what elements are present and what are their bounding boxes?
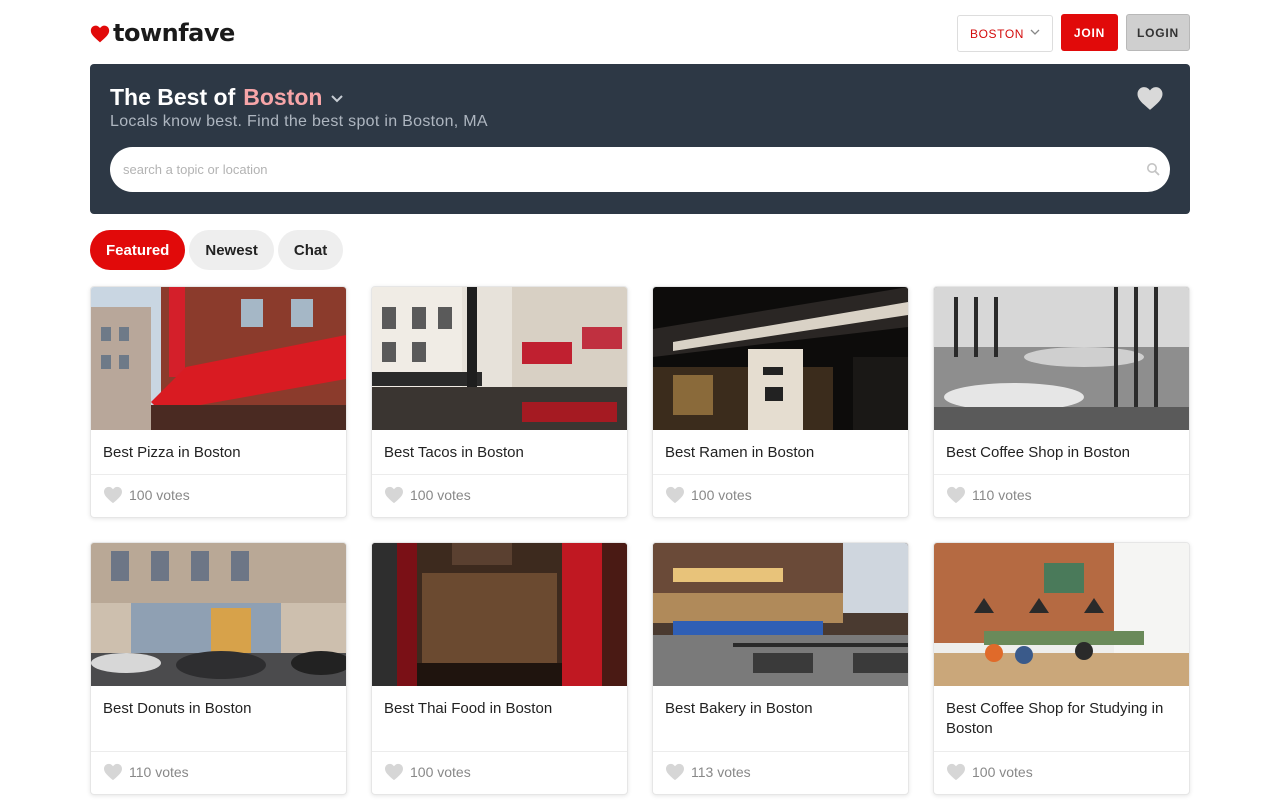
search-icon[interactable] — [1146, 162, 1160, 176]
tab-featured[interactable]: Featured — [90, 230, 186, 270]
vote-count-label: 100 votes — [410, 764, 471, 780]
tab-newest[interactable]: Newest — [189, 230, 274, 270]
chevron-down-icon — [1030, 29, 1040, 35]
city-select-value: BOSTON — [970, 26, 1025, 41]
tab-bar: Featured Newest Chat — [90, 230, 344, 270]
chevron-down-icon[interactable] — [331, 95, 344, 103]
top-bar: townfave BOSTON JOIN LOGIN — [90, 14, 1190, 52]
hero-subtitle: Locals know best. Find the best spot in … — [110, 113, 488, 130]
card-title[interactable]: Best Coffee Shop for Studying in Boston — [946, 699, 1177, 739]
heart-icon[interactable] — [946, 763, 966, 781]
card-divider — [372, 751, 627, 752]
topic-card[interactable]: Best Ramen in Boston 100 votes — [652, 286, 909, 518]
card-title[interactable]: Best Coffee Shop in Boston — [946, 443, 1177, 463]
card-title[interactable]: Best Thai Food in Boston — [384, 699, 615, 719]
vote-count-label: 100 votes — [129, 487, 190, 503]
card-image — [91, 543, 346, 686]
hero-title: The Best of Boston — [110, 84, 344, 111]
topic-card[interactable]: Best Bakery in Boston 113 votes — [652, 542, 909, 795]
card-image — [91, 287, 346, 430]
topic-card[interactable]: Best Coffee Shop in Boston 110 votes — [933, 286, 1190, 518]
favorite-heart-icon[interactable] — [1136, 86, 1164, 111]
card-image — [653, 287, 908, 430]
vote-count-label: 113 votes — [691, 764, 751, 780]
vote-count[interactable]: 100 votes — [665, 486, 752, 504]
card-image — [934, 287, 1189, 430]
heart-icon[interactable] — [103, 763, 123, 781]
topic-card[interactable]: Best Tacos in Boston 100 votes — [371, 286, 628, 518]
logo[interactable]: townfave — [90, 19, 235, 47]
vote-count[interactable]: 110 votes — [103, 763, 189, 781]
heart-icon[interactable] — [384, 486, 404, 504]
card-divider — [91, 751, 346, 752]
card-image — [934, 543, 1189, 686]
card-divider — [653, 474, 908, 475]
heart-icon[interactable] — [946, 486, 966, 504]
hero-banner: The Best of Boston Locals know best. Fin… — [90, 64, 1190, 214]
vote-count[interactable]: 100 votes — [946, 763, 1033, 781]
card-image — [372, 287, 627, 430]
topic-card[interactable]: Best Donuts in Boston 110 votes — [90, 542, 347, 795]
card-divider — [91, 474, 346, 475]
city-select[interactable]: BOSTON — [957, 15, 1053, 52]
topic-card[interactable]: Best Pizza in Boston 100 votes — [90, 286, 347, 518]
join-button[interactable]: JOIN — [1061, 14, 1118, 51]
topic-card[interactable]: Best Coffee Shop for Studying in Boston … — [933, 542, 1190, 795]
vote-count[interactable]: 100 votes — [103, 486, 190, 504]
card-title[interactable]: Best Donuts in Boston — [103, 699, 334, 719]
card-divider — [934, 474, 1189, 475]
vote-count-label: 100 votes — [972, 764, 1033, 780]
card-title[interactable]: Best Ramen in Boston — [665, 443, 896, 463]
login-button[interactable]: LOGIN — [1126, 14, 1190, 51]
card-image — [653, 543, 908, 686]
vote-count[interactable]: 100 votes — [384, 763, 471, 781]
vote-count[interactable]: 110 votes — [946, 486, 1032, 504]
heart-logo-icon — [90, 25, 110, 43]
card-title[interactable]: Best Pizza in Boston — [103, 443, 334, 463]
topic-card[interactable]: Best Thai Food in Boston 100 votes — [371, 542, 628, 795]
card-divider — [934, 751, 1189, 752]
vote-count-label: 100 votes — [410, 487, 471, 503]
vote-count[interactable]: 100 votes — [384, 486, 471, 504]
card-title[interactable]: Best Bakery in Boston — [665, 699, 896, 719]
vote-count[interactable]: 113 votes — [665, 763, 751, 781]
card-title[interactable]: Best Tacos in Boston — [384, 443, 615, 463]
logo-text: townfave — [113, 19, 235, 47]
vote-count-label: 100 votes — [691, 487, 752, 503]
heart-icon[interactable] — [103, 486, 123, 504]
hero-city-selector[interactable]: Boston — [243, 84, 322, 111]
card-divider — [653, 751, 908, 752]
card-divider — [372, 474, 627, 475]
tab-chat[interactable]: Chat — [277, 230, 344, 270]
search-input[interactable] — [110, 147, 1170, 192]
heart-icon[interactable] — [384, 763, 404, 781]
hero-title-prefix: The Best of — [110, 84, 236, 110]
vote-count-label: 110 votes — [972, 487, 1032, 503]
card-image — [372, 543, 627, 686]
heart-icon[interactable] — [665, 763, 685, 781]
vote-count-label: 110 votes — [129, 764, 189, 780]
heart-icon[interactable] — [665, 486, 685, 504]
